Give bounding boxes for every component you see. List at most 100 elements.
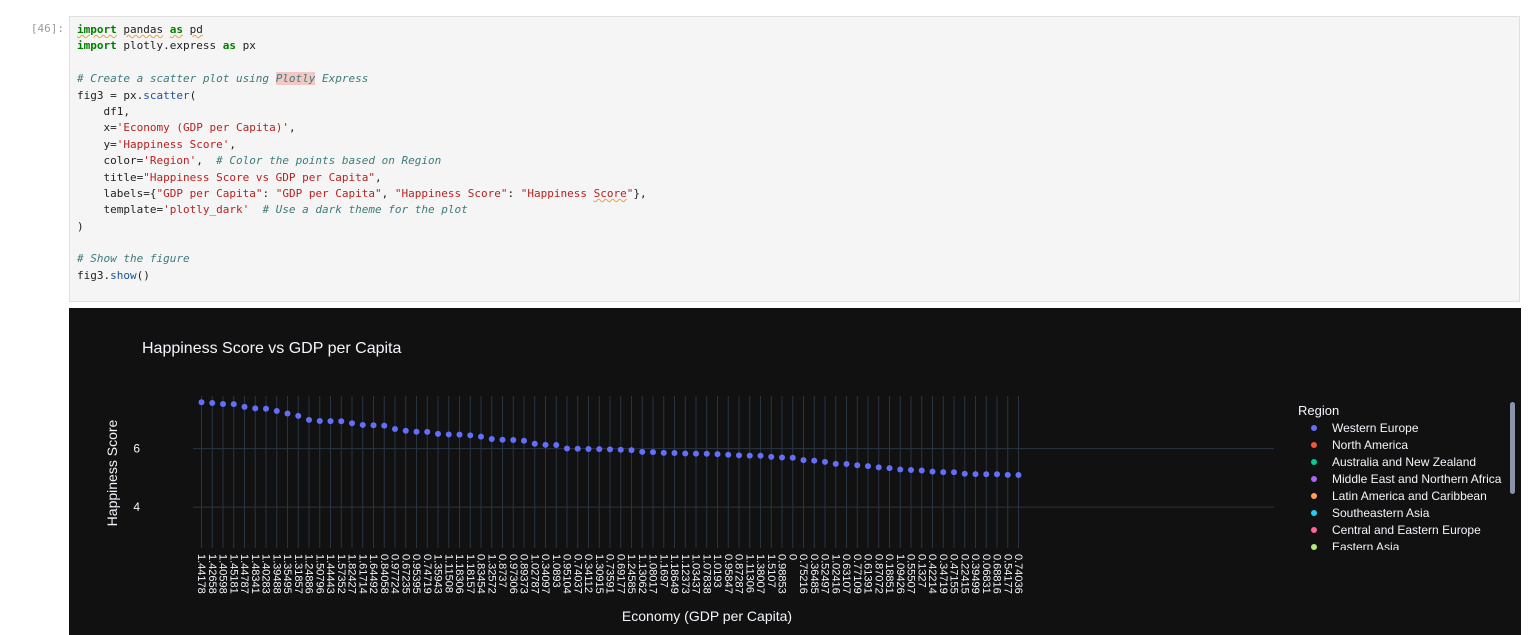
data-point[interactable] (198, 399, 205, 406)
code-editor[interactable]: import pandas as pd import plotly.express… (77, 22, 647, 284)
data-point[interactable] (854, 462, 861, 469)
data-point[interactable] (811, 457, 818, 464)
data-point[interactable] (607, 446, 613, 453)
legend-item[interactable]: Latin America and Caribbean (1311, 489, 1487, 503)
legend-scrollbar[interactable] (1510, 402, 1515, 494)
data-point[interactable] (402, 427, 409, 434)
x-tick-label: 1.39488 (270, 554, 282, 594)
data-point[interactable] (703, 450, 710, 457)
data-point[interactable] (435, 430, 441, 437)
data-point[interactable] (542, 441, 549, 448)
data-point[interactable] (693, 450, 699, 457)
data-point[interactable] (650, 449, 656, 456)
data-point[interactable] (273, 408, 280, 415)
data-point[interactable] (349, 420, 355, 427)
plot-output[interactable]: 1.44178 1.42658 1.40598 1.45181 1.44787 1.483… (69, 308, 1521, 635)
data-point[interactable] (929, 468, 936, 475)
legend-marker (1311, 527, 1317, 533)
data-point[interactable] (574, 445, 581, 452)
x-tick-label: 1.13062 (636, 554, 648, 594)
data-point[interactable] (531, 440, 538, 447)
data-point[interactable] (639, 448, 646, 455)
code-line: fig3.show() (77, 268, 647, 284)
data-point[interactable] (553, 442, 560, 449)
data-point[interactable] (865, 463, 871, 470)
data-point[interactable] (800, 457, 807, 464)
x-tick-label: 0.73591 (604, 554, 616, 594)
data-point[interactable] (768, 453, 775, 460)
data-point[interactable] (961, 470, 968, 477)
legend-item[interactable]: Middle East and Northern Africa (1311, 472, 1502, 486)
data-point[interactable] (316, 417, 323, 424)
scatter-chart[interactable]: 1.441781.426581.405981.451811.447871.483… (69, 308, 1521, 635)
data-point[interactable] (252, 405, 259, 412)
data-point[interactable] (381, 422, 388, 429)
code-token: "Happiness (520, 186, 594, 200)
data-point[interactable] (918, 467, 925, 474)
data-point[interactable] (671, 450, 678, 457)
code-token: df1, (77, 104, 130, 118)
data-point[interactable] (628, 447, 635, 454)
data-point[interactable] (456, 431, 463, 438)
data-point[interactable] (263, 405, 269, 412)
data-point[interactable] (230, 401, 237, 408)
data-point[interactable] (736, 452, 742, 459)
data-point[interactable] (359, 421, 366, 428)
data-point[interactable] (897, 466, 904, 473)
data-point[interactable] (564, 445, 570, 452)
code-cell[interactable]: import pandas as pd import plotly.express… (69, 16, 1520, 302)
data-point[interactable] (714, 451, 721, 458)
data-point[interactable] (585, 445, 592, 452)
data-point[interactable] (983, 471, 990, 478)
data-point[interactable] (725, 451, 732, 458)
data-point[interactable] (822, 458, 828, 465)
data-point[interactable] (875, 464, 882, 471)
data-point[interactable] (521, 437, 527, 444)
data-point[interactable] (660, 449, 667, 456)
data-point[interactable] (1004, 471, 1011, 478)
data-point[interactable] (392, 426, 398, 433)
data-point[interactable] (843, 460, 850, 467)
data-point[interactable] (789, 454, 796, 461)
data-point[interactable] (220, 400, 226, 407)
data-point[interactable] (445, 431, 452, 438)
data-point[interactable] (940, 469, 947, 476)
data-point[interactable] (295, 412, 302, 419)
legend-item[interactable]: Central and Eastern Europe (1311, 523, 1481, 537)
data-point[interactable] (682, 450, 689, 457)
data-point[interactable] (327, 418, 334, 425)
x-tick-label: 1.31857 (292, 554, 304, 594)
x-tick-label: 1.07838 (700, 554, 712, 594)
data-point[interactable] (779, 454, 785, 461)
data-point[interactable] (757, 452, 764, 459)
data-point[interactable] (510, 436, 517, 443)
data-point[interactable] (424, 428, 431, 435)
data-point[interactable] (617, 446, 624, 453)
data-point[interactable] (596, 446, 603, 453)
x-tick-label: 1.82427 (346, 554, 358, 594)
data-point[interactable] (306, 416, 312, 423)
y-tick-label: 6 (133, 442, 140, 456)
data-point[interactable] (746, 452, 753, 459)
data-point[interactable] (338, 418, 345, 425)
data-point[interactable] (886, 465, 893, 472)
data-point[interactable] (370, 422, 377, 429)
data-point[interactable] (488, 435, 495, 442)
data-point[interactable] (284, 410, 291, 417)
data-point[interactable] (499, 436, 506, 443)
data-point[interactable] (1015, 471, 1022, 478)
data-point[interactable] (241, 403, 248, 410)
data-point[interactable] (478, 433, 484, 440)
x-tick-label: 0.87287 (733, 554, 745, 594)
data-point[interactable] (413, 428, 420, 435)
x-tick-label: 1.50796 (313, 554, 325, 594)
legend-item[interactable]: Australia and New Zealand (1311, 455, 1476, 469)
data-point[interactable] (994, 471, 1000, 478)
data-point[interactable] (951, 469, 957, 476)
data-point[interactable] (908, 467, 914, 474)
data-point[interactable] (209, 399, 216, 406)
data-point[interactable] (972, 471, 979, 478)
code-token: Score (593, 186, 627, 200)
data-point[interactable] (832, 460, 839, 467)
data-point[interactable] (467, 432, 474, 439)
